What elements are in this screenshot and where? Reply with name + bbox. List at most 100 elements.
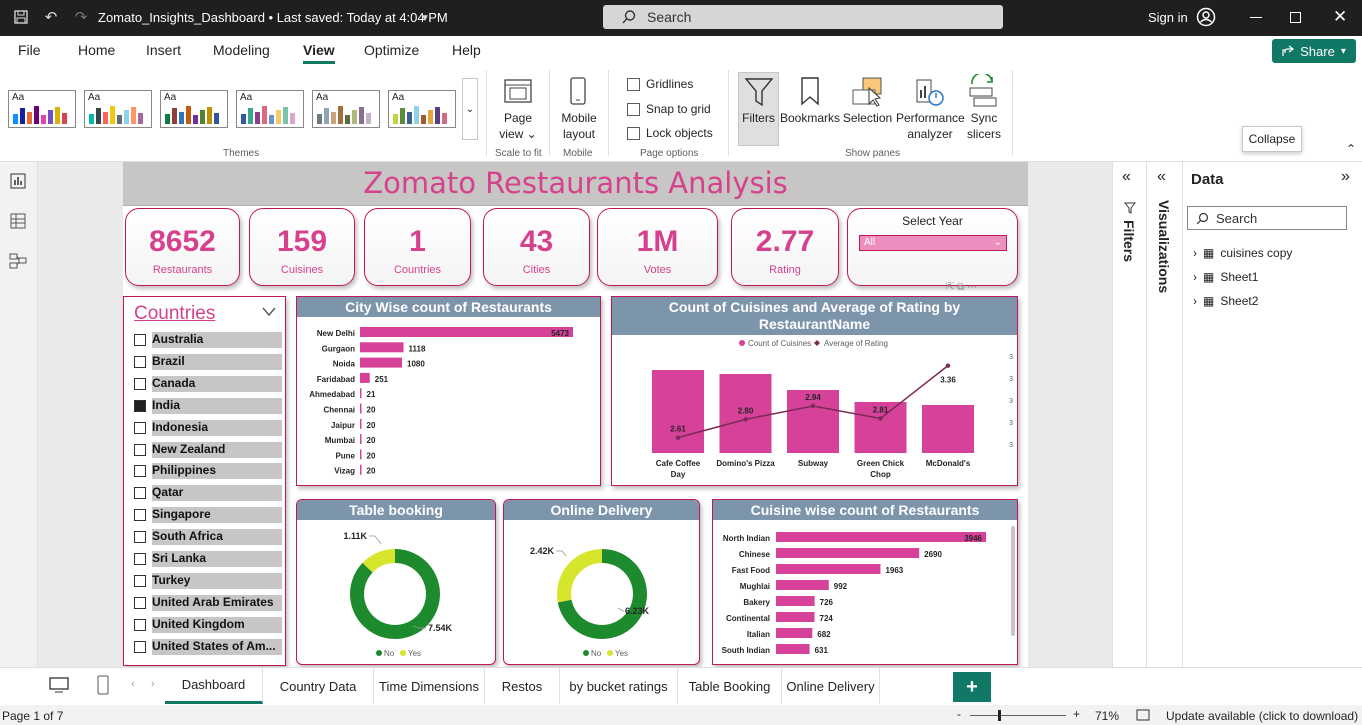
country-option-singapore[interactable]: Singapore [134, 506, 282, 524]
mobile-layout-button[interactable]: Mobile layout [555, 110, 603, 142]
checkbox[interactable] [134, 334, 146, 346]
city-wise-chart[interactable]: City Wise count of Restaurants New Delhi… [296, 296, 601, 486]
country-option-qatar[interactable]: Qatar [134, 484, 282, 502]
kpi-card-votes[interactable]: 1M Votes [597, 208, 718, 286]
year-dropdown[interactable]: All ⌄ [859, 235, 1007, 251]
country-option-philippines[interactable]: Philippines [134, 462, 282, 480]
expand-filters-chevron-icon[interactable]: « [1122, 168, 1131, 186]
country-option-india[interactable]: India [134, 397, 282, 415]
zoom-in-button[interactable]: + [1073, 707, 1080, 721]
kpi-card-cities[interactable]: 43 Cities [483, 208, 590, 286]
checkbox[interactable] [134, 377, 146, 390]
filters-pane-label[interactable]: Filters [1121, 220, 1137, 262]
checkbox[interactable] [134, 574, 146, 587]
country-option-indonesia[interactable]: Indonesia [134, 419, 282, 437]
visualizations-pane-label[interactable]: Visualizations [1156, 200, 1172, 293]
page-tab-table-booking[interactable]: Table Booking [678, 668, 782, 704]
theme-tile[interactable]: Aa [8, 90, 76, 128]
sync-icon[interactable] [966, 74, 1000, 108]
table-booking-chart[interactable]: Table booking 1.11K 7.54K No Yes [296, 499, 496, 665]
tab-file[interactable]: File [18, 42, 41, 58]
page-view-icon[interactable] [503, 76, 533, 106]
sign-in-link[interactable]: Sign in [1148, 10, 1188, 25]
country-option-united-states-of-am-[interactable]: United States of Am... [134, 638, 282, 656]
country-option-united-arab-emirates[interactable]: United Arab Emirates [134, 594, 282, 612]
theme-tile[interactable]: Aa [84, 90, 152, 128]
bookmark-icon[interactable] [799, 76, 821, 108]
sync-slicers-button[interactable]: Sync slicers [960, 110, 1008, 142]
user-avatar-icon[interactable] [1196, 7, 1216, 27]
checkbox[interactable] [134, 443, 146, 456]
performance-analyzer-button[interactable]: Performance analyzer [896, 110, 965, 142]
checkbox[interactable] [134, 553, 146, 565]
table-item-sheet1[interactable]: › ▦ Sheet1 [1193, 270, 1258, 284]
theme-tile[interactable]: Aa [312, 90, 380, 128]
chevron-down-icon[interactable] [262, 307, 276, 317]
page-tab-time-dimensions[interactable]: Time Dimensions [374, 668, 485, 704]
country-option-brazil[interactable]: Brazil [134, 353, 282, 371]
kpi-card-cuisines[interactable]: 159 Cuisines [249, 208, 355, 286]
theme-tile[interactable]: Aa [160, 90, 228, 128]
theme-tile[interactable]: Aa [388, 90, 456, 128]
performance-icon[interactable] [913, 76, 947, 108]
checkbox[interactable] [134, 355, 146, 368]
bookmarks-button[interactable]: Bookmarks [780, 110, 840, 126]
next-page-chevron-icon[interactable]: › [151, 678, 155, 690]
checkbox[interactable] [134, 531, 146, 544]
cuisines-rating-chart[interactable]: Count of Cuisines and Average of Rating … [611, 296, 1018, 486]
chevron-down-icon[interactable]: ▼ [416, 9, 434, 27]
page-tab-dashboard[interactable]: Dashboard [165, 668, 263, 704]
tab-view[interactable]: View [303, 42, 335, 64]
tab-modeling[interactable]: Modeling [213, 42, 270, 58]
minimize-icon[interactable] [1250, 17, 1262, 18]
checkbox[interactable] [134, 596, 146, 609]
expand-visualizations-chevron-icon[interactable]: « [1157, 168, 1166, 186]
zoom-out-button[interactable]: - [957, 707, 961, 721]
table-view-icon[interactable] [9, 212, 27, 230]
lock-objects-checkbox[interactable]: Lock objects [627, 126, 713, 140]
table-item-cuisines-copy[interactable]: › ▦ cuisines copy [1193, 246, 1292, 260]
report-view-icon[interactable] [9, 172, 27, 190]
kpi-card-rating[interactable]: 2.77 Rating [731, 208, 839, 286]
country-option-united-kingdom[interactable]: United Kingdom [134, 616, 282, 634]
country-option-south-africa[interactable]: South Africa [134, 528, 282, 546]
page-tab-country-data[interactable]: Country Data [263, 668, 374, 704]
collapse-ribbon-chevron-icon[interactable]: ⌃ [1346, 142, 1356, 156]
scrollbar[interactable] [1011, 526, 1015, 636]
tab-home[interactable]: Home [78, 42, 115, 58]
visual-header-icons[interactable]: ⇱ ⧉ ⋯ [946, 282, 977, 293]
data-search-input[interactable]: Search [1187, 206, 1347, 230]
snap-to-grid-checkbox[interactable]: Snap to grid [627, 102, 711, 116]
country-option-australia[interactable]: Australia [134, 331, 282, 349]
mobile-layout-icon[interactable] [567, 76, 589, 106]
page-tab-by-bucket-ratings[interactable]: by bucket ratings [560, 668, 678, 704]
share-button[interactable]: Share ▾ [1272, 39, 1356, 63]
tab-insert[interactable]: Insert [146, 42, 181, 58]
cuisine-wise-chart[interactable]: Cuisine wise count of Restaurants North … [712, 499, 1018, 665]
restore-icon[interactable] [1290, 12, 1301, 23]
mobile-layout-icon[interactable] [96, 674, 110, 696]
page-view-button[interactable]: Page view ⌄ [492, 110, 544, 142]
zoom-slider-thumb[interactable] [998, 710, 1001, 721]
add-page-button[interactable]: + [953, 672, 991, 702]
checkbox[interactable] [134, 509, 146, 522]
checkbox[interactable] [134, 399, 146, 412]
undo-icon[interactable]: ↶ [42, 8, 60, 26]
search-input[interactable]: Search [603, 5, 1003, 29]
country-option-sri-lanka[interactable]: Sri Lanka [134, 550, 282, 568]
selection-icon[interactable] [851, 76, 885, 108]
save-icon[interactable] [12, 8, 30, 26]
checkbox[interactable] [134, 421, 146, 434]
model-view-icon[interactable] [9, 252, 27, 270]
checkbox[interactable] [134, 465, 146, 478]
table-item-sheet2[interactable]: › ▦ Sheet2 [1193, 294, 1258, 308]
country-option-new-zealand[interactable]: New Zealand [134, 441, 282, 459]
selection-button[interactable]: Selection [840, 110, 895, 126]
redo-icon[interactable]: ↷ [72, 8, 90, 26]
update-available-link[interactable]: Update available (click to download) [1166, 709, 1358, 723]
checkbox[interactable] [134, 640, 146, 653]
tab-help[interactable]: Help [452, 42, 481, 58]
checkbox[interactable] [134, 618, 146, 631]
country-option-canada[interactable]: Canada [134, 375, 282, 393]
page-tab-restos[interactable]: Restos [485, 668, 560, 704]
